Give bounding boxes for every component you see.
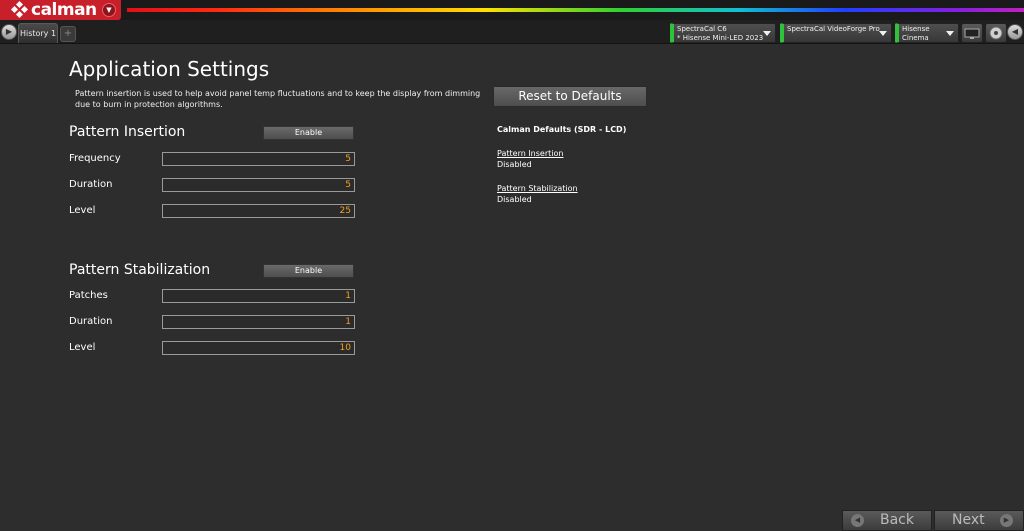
pattern-insertion-enable-button[interactable]: Enable [263, 126, 354, 140]
back-arrow-icon: ◀ [851, 514, 864, 527]
reset-to-defaults-button[interactable]: Reset to Defaults [493, 86, 647, 107]
stabilization-level-label: Level [69, 342, 96, 353]
insertion-level-label: Level [69, 205, 96, 216]
add-tab-button[interactable]: + [60, 26, 76, 42]
default-pattern-stabilization-value: Disabled [497, 195, 532, 204]
device-pattern-generator-name: SpectraCal VideoForge Pro [787, 25, 880, 33]
device-meter-name: SpectraCal C6 [677, 25, 727, 33]
insertion-duration-input[interactable]: 5 [162, 178, 355, 192]
chevron-down-icon [763, 31, 771, 36]
insertion-level-input[interactable]: 25 [162, 204, 355, 218]
default-pattern-insertion-link[interactable]: Pattern Insertion [497, 149, 563, 158]
main-content: Application Settings Pattern insertion i… [0, 45, 1024, 531]
default-pattern-insertion-value: Disabled [497, 160, 532, 169]
tab-strip: ▶ History 1 + SpectraCal C6 * Hisense Mi… [0, 20, 1024, 44]
collapse-icon[interactable]: ◀ [1007, 24, 1023, 40]
stabilization-level-input[interactable]: 10 [162, 341, 355, 355]
bottom-nav: ◀ Back Next ▶ [842, 510, 1024, 531]
patches-input[interactable]: 1 [162, 289, 355, 303]
chevron-down-icon [946, 31, 954, 36]
tab-history[interactable]: History 1 [18, 23, 58, 43]
pattern-insertion-title: Pattern Insertion [69, 124, 186, 140]
frequency-label: Frequency [69, 153, 121, 164]
device-display[interactable]: Hisense Cinema [895, 23, 959, 43]
device-pattern-generator[interactable]: SpectraCal VideoForge Pro [780, 23, 892, 43]
page-description: Pattern insertion is used to help avoid … [75, 89, 481, 109]
settings-button[interactable] [985, 23, 1007, 43]
device-meter-profile: * Hisense Mini-LED 2023 [677, 34, 764, 42]
calman-logo-icon [10, 0, 29, 19]
chevron-down-icon [879, 31, 887, 36]
insertion-duration-label: Duration [69, 179, 113, 190]
play-icon[interactable]: ▶ [1, 24, 17, 40]
monitor-icon [964, 28, 980, 39]
next-label: Next [952, 512, 985, 528]
app-name: calman [31, 0, 97, 20]
top-bar: calman ▼ [0, 0, 1024, 20]
frequency-input[interactable]: 5 [162, 152, 355, 166]
default-pattern-stabilization-link[interactable]: Pattern Stabilization [497, 184, 578, 193]
stabilization-duration-label: Duration [69, 316, 113, 327]
gear-icon [989, 26, 1003, 40]
next-arrow-icon: ▶ [1000, 514, 1013, 527]
pattern-stabilization-enable-button[interactable]: Enable [263, 264, 354, 278]
patches-label: Patches [69, 290, 108, 301]
back-button[interactable]: ◀ Back [842, 510, 932, 531]
defaults-title: Calman Defaults (SDR - LCD) [497, 125, 627, 134]
next-button[interactable]: Next ▶ [934, 510, 1024, 531]
device-meter[interactable]: SpectraCal C6 * Hisense Mini-LED 2023 [670, 23, 776, 43]
back-label: Back [880, 512, 914, 528]
rainbow-bar [127, 8, 1024, 12]
calman-logo[interactable]: calman ▼ [0, 0, 121, 20]
page-title: Application Settings [69, 57, 270, 81]
pattern-stabilization-title: Pattern Stabilization [69, 262, 211, 278]
stabilization-duration-input[interactable]: 1 [162, 315, 355, 329]
display-icon-button[interactable] [961, 23, 983, 43]
app-menu-dropdown-icon[interactable]: ▼ [102, 3, 116, 17]
